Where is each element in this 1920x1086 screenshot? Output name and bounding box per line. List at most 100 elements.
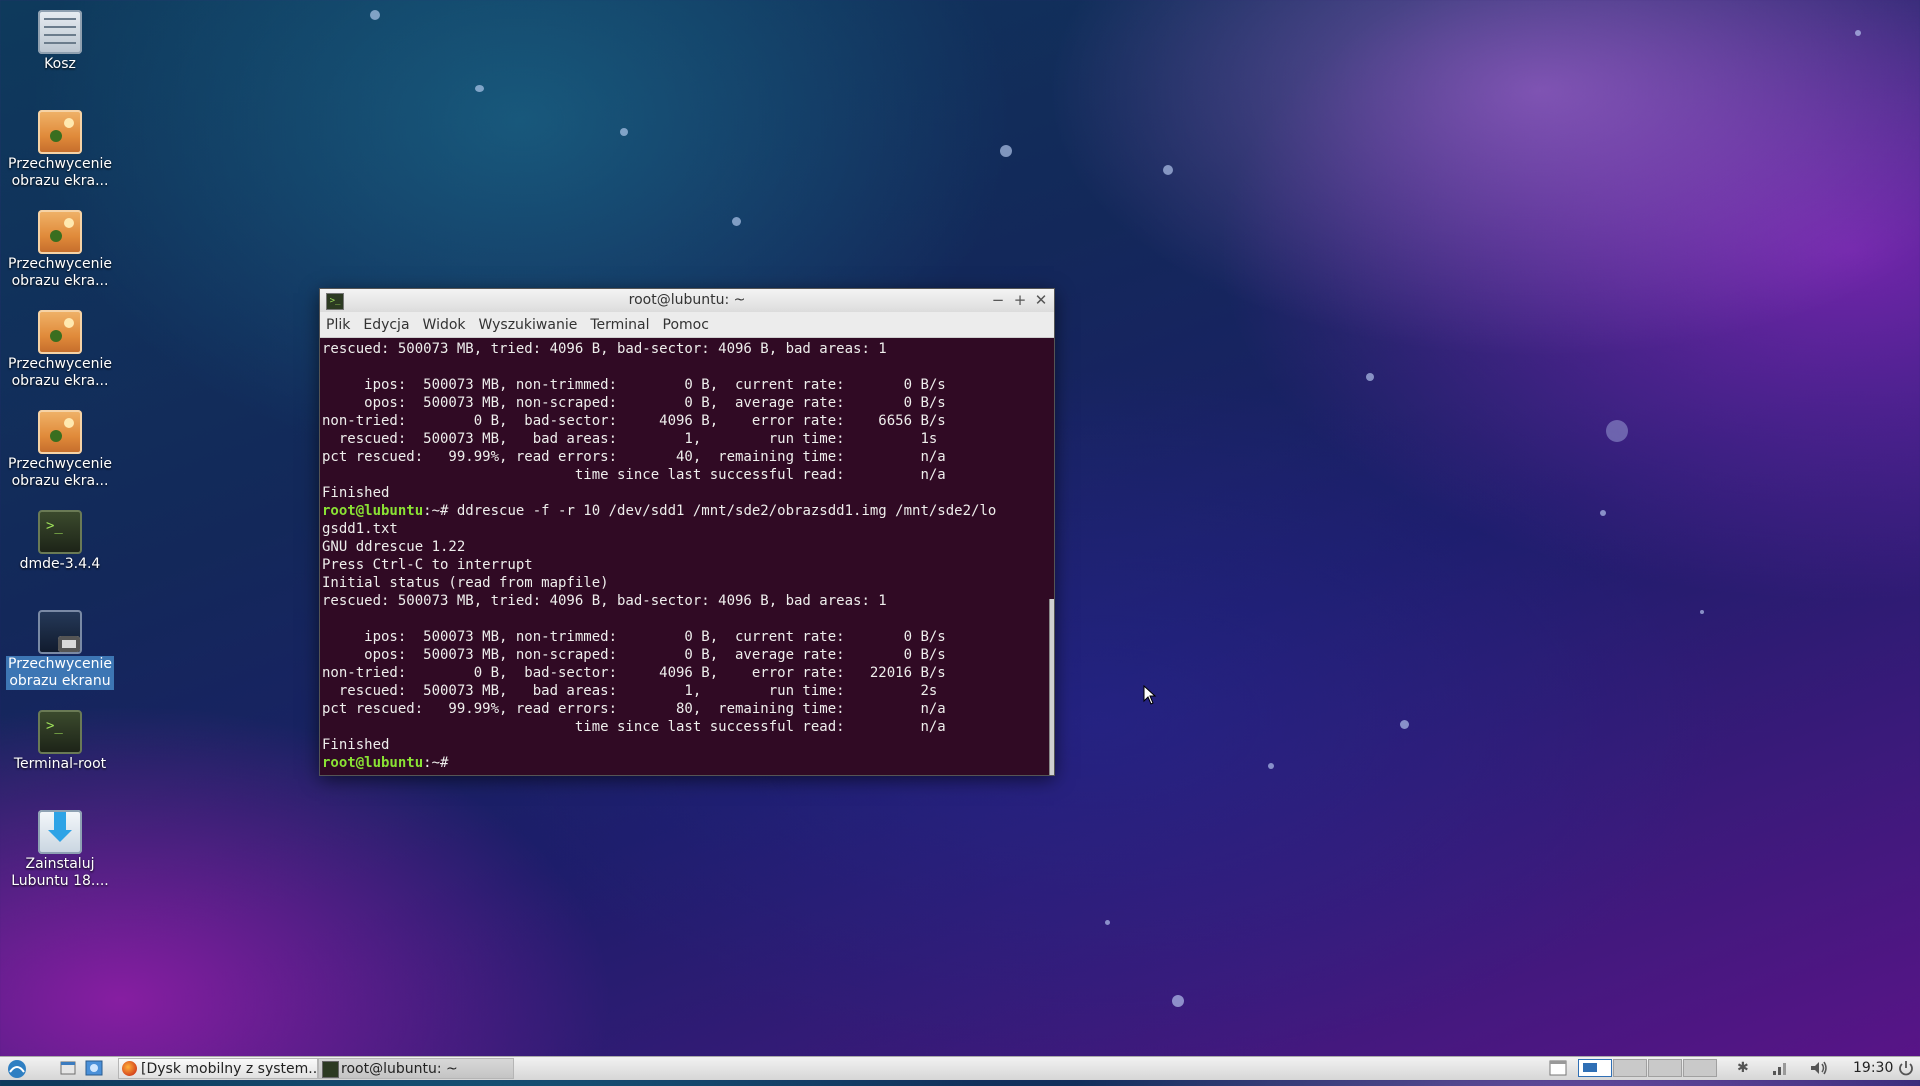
menu-search[interactable]: Wyszukiwanie <box>479 317 578 333</box>
image-file-icon <box>38 210 82 254</box>
terminal-line: root@lubuntu:~# ddrescue -f -r 10 /dev/s… <box>322 502 1048 520</box>
menu-file[interactable]: Plik <box>326 317 350 333</box>
firefox-icon <box>122 1061 137 1076</box>
taskbar: [Dysk mobilny z system... root@lubuntu: … <box>0 1056 1920 1080</box>
terminal-text: opos: 500073 MB, non-scraped: 0 B, avera… <box>322 647 946 663</box>
menu-view[interactable]: Widok <box>423 317 466 333</box>
volume-icon[interactable] <box>1808 1058 1830 1079</box>
terminal-line: opos: 500073 MB, non-scraped: 0 B, avera… <box>322 646 1048 664</box>
trash-icon <box>38 10 82 54</box>
shell-prompt: root@lubuntu <box>322 503 424 519</box>
terminal-line: rescued: 500073 MB, bad areas: 1, run ti… <box>322 430 1048 448</box>
minimize-button[interactable]: − <box>988 290 1008 310</box>
network-icon[interactable] <box>1770 1058 1792 1079</box>
desktop-icon-dmde[interactable]: >_ dmde-3.4.4 <box>6 506 114 573</box>
terminal-line: root@lubuntu:~# <box>322 754 1048 772</box>
terminal-text: pct rescued: 99.99%, read errors: 40, re… <box>322 449 946 465</box>
desktop-icon-label: Zainstaluj Lubuntu 18.... <box>11 856 109 889</box>
taskbar-task-terminal[interactable]: root@lubuntu: ~ <box>318 1058 514 1079</box>
image-file-icon <box>38 410 82 454</box>
terminal-icon <box>322 1061 339 1078</box>
desktop-icon-label: Przechwycenie obrazu ekranu <box>6 656 114 690</box>
terminal-line: rescued: 500073 MB, tried: 4096 B, bad-s… <box>322 340 1048 358</box>
desktop-icon-screenshot-1[interactable]: Przechwycenie obrazu ekra... <box>6 106 114 190</box>
terminal-text: rescued: 500073 MB, tried: 4096 B, bad-s… <box>322 593 887 609</box>
scrollbar[interactable] <box>1048 338 1054 775</box>
desktop-icon-label: Terminal-root <box>13 756 107 772</box>
scrollbar-thumb[interactable] <box>1049 599 1054 775</box>
terminal-line: Initial status (read from mapfile) <box>322 574 1048 592</box>
desktop-icon-trash[interactable]: Kosz <box>6 6 114 73</box>
terminal-line: Finished <box>322 736 1048 754</box>
terminal-output[interactable]: rescued: 500073 MB, tried: 4096 B, bad-s… <box>320 338 1048 775</box>
desktop-icon-screenshot-3[interactable]: Przechwycenie obrazu ekra... <box>6 306 114 390</box>
terminal-line: Press Ctrl-C to interrupt <box>322 556 1048 574</box>
terminal-text: time since last successful read: n/a <box>322 719 946 735</box>
desktop-icon-screenshot-4[interactable]: Przechwycenie obrazu ekra... <box>6 406 114 490</box>
terminal-line: non-tried: 0 B, bad-sector: 4096 B, erro… <box>322 664 1048 682</box>
install-icon <box>38 810 82 854</box>
lubuntu-logo-icon <box>8 1060 26 1078</box>
file-manager-icon <box>60 1061 76 1075</box>
clock[interactable]: 19:30 <box>1853 1058 1893 1079</box>
image-file-icon <box>38 110 82 154</box>
menu-help[interactable]: Pomoc <box>663 317 709 333</box>
terminal-line: ipos: 500073 MB, non-trimmed: 0 B, curre… <box>322 376 1048 394</box>
window-titlebar[interactable]: >_ root@lubuntu: ~ − + ✕ <box>320 289 1054 312</box>
terminal-text: non-tried: 0 B, bad-sector: 4096 B, erro… <box>322 665 946 681</box>
keyboard-layout-indicator[interactable] <box>1548 1058 1568 1079</box>
power-button[interactable] <box>1897 1058 1917 1079</box>
terminal-text: rescued: 500073 MB, tried: 4096 B, bad-s… <box>322 341 887 357</box>
terminal-text: :~# ddrescue -f -r 10 /dev/sdd1 /mnt/sde… <box>423 503 997 519</box>
desktop-icon-terminal-root[interactable]: >_ Terminal-root <box>6 706 114 773</box>
image-file-icon <box>38 310 82 354</box>
menu-bar: Plik Edycja Widok Wyszukiwanie Terminal … <box>320 312 1054 338</box>
terminal-text: time since last successful read: n/a <box>322 467 946 483</box>
terminal-line: pct rescued: 99.99%, read errors: 80, re… <box>322 700 1048 718</box>
terminal-text: :~# <box>423 755 457 771</box>
terminal-text: Press Ctrl-C to interrupt <box>322 557 533 573</box>
terminal-text: Finished <box>322 485 390 501</box>
menu-edit[interactable]: Edycja <box>363 317 409 333</box>
workspace-3[interactable] <box>1648 1059 1682 1077</box>
terminal-line: non-tried: 0 B, bad-sector: 4096 B, erro… <box>322 412 1048 430</box>
taskbar-task-file-manager[interactable]: [Dysk mobilny z system... <box>118 1058 318 1079</box>
desktop-icon-install-lubuntu[interactable]: Zainstaluj Lubuntu 18.... <box>6 806 114 890</box>
workspace-1[interactable] <box>1578 1059 1612 1077</box>
terminal-line: GNU ddrescue 1.22 <box>322 538 1048 556</box>
browser-launcher[interactable] <box>84 1058 106 1079</box>
terminal-window[interactable]: >_ root@lubuntu: ~ − + ✕ Plik Edycja Wid… <box>320 289 1054 775</box>
workspace-2[interactable] <box>1613 1059 1647 1077</box>
workspace-4[interactable] <box>1683 1059 1717 1077</box>
menu-terminal[interactable]: Terminal <box>590 317 649 333</box>
power-icon <box>1899 1061 1913 1076</box>
desktop-icon-screenshot-tool[interactable]: Przechwycenie obrazu ekranu <box>6 606 114 690</box>
desktop-icon-screenshot-2[interactable]: Przechwycenie obrazu ekra... <box>6 206 114 290</box>
terminal-icon: >_ <box>38 510 82 554</box>
terminal-line: Finished <box>322 484 1048 502</box>
bluetooth-icon[interactable]: ✱ <box>1737 1058 1753 1079</box>
terminal-text: Initial status (read from mapfile) <box>322 575 609 591</box>
terminal-text: non-tried: 0 B, bad-sector: 4096 B, erro… <box>322 413 946 429</box>
window-list-icon <box>1549 1060 1567 1076</box>
desktop-icon-label: Przechwycenie obrazu ekra... <box>8 156 112 189</box>
maximize-button[interactable]: + <box>1010 290 1030 310</box>
terminal-icon: >_ <box>38 710 82 754</box>
terminal-text: GNU ddrescue 1.22 <box>322 539 466 555</box>
terminal-line: time since last successful read: n/a <box>322 466 1048 484</box>
terminal-text: rescued: 500073 MB, bad areas: 1, run ti… <box>322 431 938 447</box>
mouse-cursor-icon <box>1143 685 1157 705</box>
close-button[interactable]: ✕ <box>1031 290 1051 310</box>
show-desktop-button[interactable] <box>58 1058 80 1079</box>
terminal-text: rescued: 500073 MB, bad areas: 1, run ti… <box>322 683 938 699</box>
terminal-line: opos: 500073 MB, non-scraped: 0 B, avera… <box>322 394 1048 412</box>
task-label: root@lubuntu: ~ <box>341 1061 458 1077</box>
start-menu-button[interactable] <box>4 1058 38 1079</box>
terminal-text: pct rescued: 99.99%, read errors: 80, re… <box>322 701 946 717</box>
terminal-line: time since last successful read: n/a <box>322 718 1048 736</box>
terminal-text: opos: 500073 MB, non-scraped: 0 B, avera… <box>322 395 946 411</box>
task-label: [Dysk mobilny z system... <box>141 1061 318 1077</box>
terminal-text: Finished <box>322 737 390 753</box>
